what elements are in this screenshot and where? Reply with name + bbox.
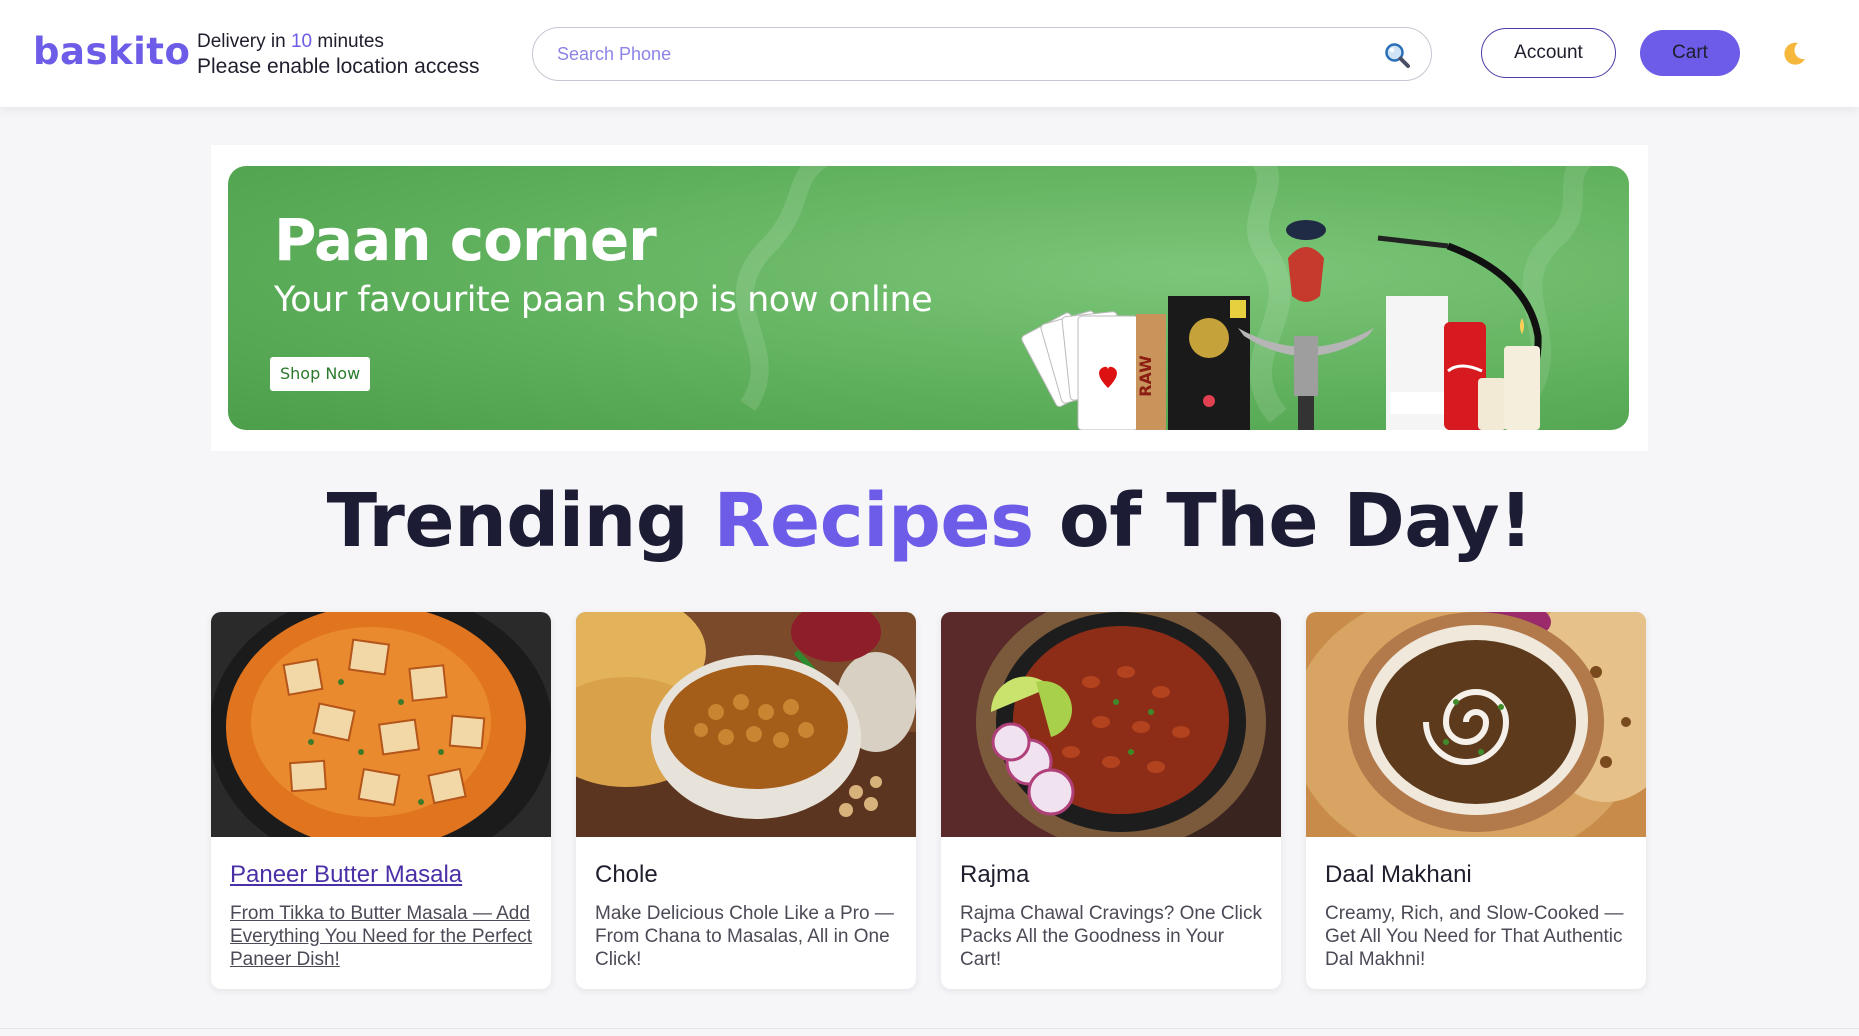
cart-button[interactable]: Cart — [1640, 30, 1740, 76]
recipe-description[interactable]: Rajma Chawal Cravings? One Click Packs A… — [960, 902, 1265, 971]
brand-logo[interactable]: baskito — [33, 30, 190, 73]
location-notice: Please enable location access — [197, 55, 480, 78]
recipe-title[interactable]: Paneer Butter Masala — [230, 861, 462, 889]
trending-recipes-heading: Trending Recipes of The Day! — [326, 478, 1533, 564]
rolling-papers-icon: RAW — [1136, 314, 1166, 430]
svg-text:RAW: RAW — [1136, 355, 1155, 397]
recipe-title[interactable]: Daal Makhani — [1325, 861, 1472, 889]
paan-products-illustration: RAW — [1021, 220, 1542, 430]
account-button[interactable]: Account — [1481, 28, 1616, 78]
page-divider — [0, 1028, 1859, 1029]
recipe-card-rajma[interactable]: Rajma Rajma Chawal Cravings? One Click P… — [941, 612, 1281, 989]
search-bar[interactable] — [532, 27, 1432, 81]
paneer-butter-masala-image — [211, 612, 551, 837]
shop-now-button[interactable]: Shop Now — [270, 357, 371, 391]
banner-subtitle: Your favourite paan shop is now online — [274, 280, 933, 320]
banner-title: Paan corner — [274, 206, 657, 274]
delivery-minutes: 10 — [290, 31, 313, 52]
moon-icon[interactable] — [1780, 40, 1808, 68]
daal-makhani-image — [1306, 612, 1646, 837]
recipe-card-paneer-butter-masala[interactable]: Paneer Butter Masala From Tikka to Butte… — [211, 612, 551, 989]
recipe-title[interactable]: Rajma — [960, 861, 1029, 889]
recipe-card-chole[interactable]: Chole Make Delicious Chole Like a Pro — … — [576, 612, 916, 989]
candles-icon — [1478, 318, 1540, 430]
playing-cards-icon — [1021, 310, 1139, 430]
recipe-description[interactable]: From Tikka to Butter Masala — Add Everyt… — [230, 902, 535, 971]
paan-corner-banner[interactable]: Paan corner Your favourite paan shop is … — [228, 166, 1629, 430]
cigarette-box-icon — [1386, 296, 1448, 430]
recipe-description[interactable]: Make Delicious Chole Like a Pro — From C… — [595, 902, 900, 971]
recipe-title[interactable]: Chole — [595, 861, 658, 889]
search-icon[interactable] — [1383, 41, 1411, 69]
delivery-info[interactable]: Delivery in 10 minutes Please enable loc… — [197, 31, 480, 80]
rajma-image — [941, 612, 1281, 837]
chole-image — [576, 612, 916, 837]
delivery-time: Delivery in 10 minutes — [197, 31, 384, 52]
top-navbar: baskito Delivery in 10 minutes Please en… — [0, 0, 1859, 107]
promo-banner-container: Paan corner Your favourite paan shop is … — [211, 145, 1648, 451]
recipe-description[interactable]: Creamy, Rich, and Slow-Cooked — Get All … — [1325, 902, 1630, 971]
recipe-card-daal-makhani[interactable]: Daal Makhani Creamy, Rich, and Slow-Cook… — [1306, 612, 1646, 989]
hookah-icon — [1238, 220, 1374, 430]
tobacco-box-icon — [1168, 296, 1250, 430]
search-input[interactable] — [557, 41, 1357, 67]
